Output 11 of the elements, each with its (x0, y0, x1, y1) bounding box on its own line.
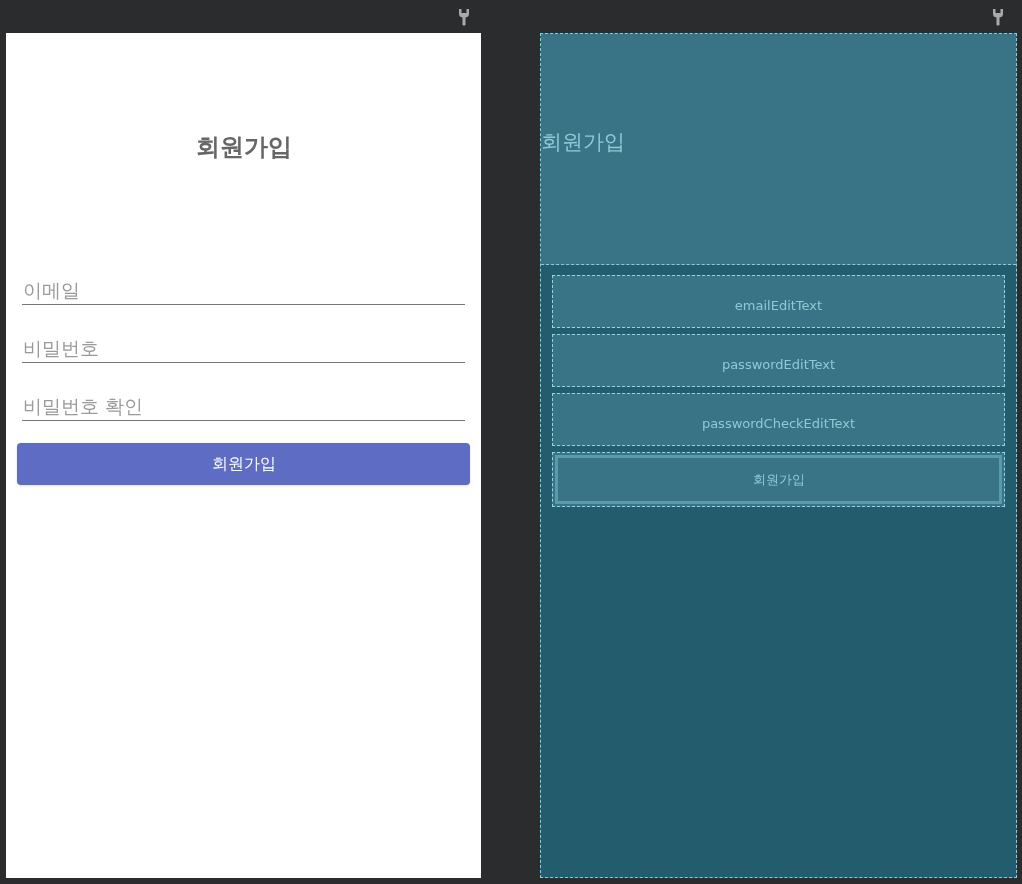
edit-text-bounds[interactable]: passwordCheckEditText (552, 393, 1005, 446)
title-label: 회원가입 (541, 129, 625, 157)
screen-title: 회원가입 (195, 132, 292, 163)
text-field[interactable]: 비밀번호 확인 (22, 380, 465, 421)
text-field[interactable]: 비밀번호 (22, 322, 465, 363)
wrench-icon[interactable] (992, 7, 1004, 26)
signup-button[interactable]: 회원가입 (17, 443, 470, 485)
wrench-icon[interactable] (458, 7, 470, 26)
edit-text-bounds[interactable]: emailEditText (552, 275, 1005, 328)
text-field[interactable]: 이메일 (22, 264, 465, 305)
edit-text-bounds[interactable]: passwordEditText (552, 334, 1005, 387)
